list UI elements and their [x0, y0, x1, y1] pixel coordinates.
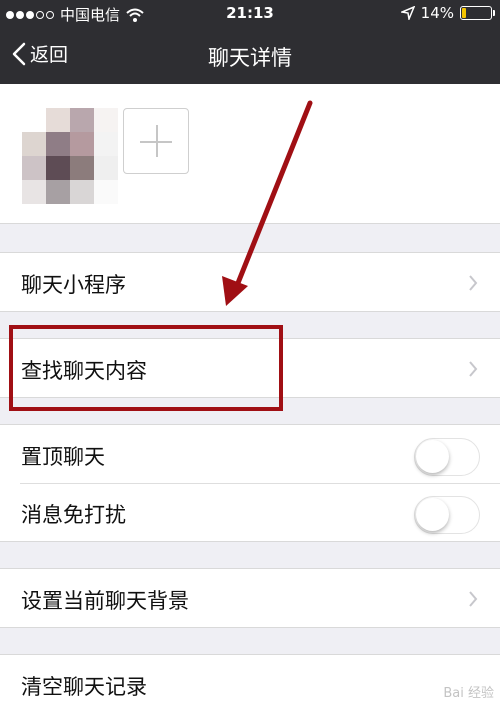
battery-percent: 14% — [420, 4, 454, 22]
clear-history-label: 清空聊天记录 — [21, 675, 147, 699]
add-member-button[interactable] — [123, 108, 189, 174]
status-bar: 中国电信 21:13 14% — [0, 0, 500, 28]
avatar[interactable] — [22, 108, 118, 204]
chevron-right-icon — [469, 361, 478, 377]
set-background-row[interactable]: 设置当前聊天背景 — [0, 569, 500, 627]
mute-notifications-label: 消息免打扰 — [21, 503, 126, 527]
navigation-bar: 返回 聊天详情 — [0, 28, 500, 84]
battery-icon — [460, 6, 495, 20]
location-arrow-icon — [400, 6, 415, 20]
settings-group-search: 查找聊天内容 — [0, 338, 500, 398]
settings-group-background: 设置当前聊天背景 — [0, 568, 500, 628]
mini-programs-row[interactable]: 聊天小程序 — [0, 253, 500, 311]
mini-programs-label: 聊天小程序 — [21, 273, 126, 297]
members-section — [0, 84, 500, 224]
mute-notifications-toggle[interactable] — [414, 496, 480, 534]
settings-group-mini-programs: 聊天小程序 — [0, 252, 500, 312]
search-chat-row[interactable]: 查找聊天内容 — [0, 339, 500, 397]
set-background-label: 设置当前聊天背景 — [21, 589, 189, 613]
settings-group-toggles: 置顶聊天 消息免打扰 — [0, 424, 500, 542]
sticky-on-top-toggle[interactable] — [414, 438, 480, 476]
status-right: 14% — [400, 4, 495, 22]
clear-history-row[interactable]: 清空聊天记录 — [0, 655, 500, 705]
chevron-right-icon — [469, 591, 478, 607]
mute-notifications-row: 消息免打扰 — [0, 483, 500, 541]
page-title: 聊天详情 — [208, 46, 292, 70]
sticky-on-top-label: 置顶聊天 — [21, 445, 105, 469]
chevron-right-icon — [469, 275, 478, 291]
settings-group-clear: 清空聊天记录 — [0, 654, 500, 705]
sticky-on-top-row: 置顶聊天 — [0, 425, 500, 483]
watermark: Bai 经验 — [443, 686, 494, 701]
search-chat-label: 查找聊天内容 — [21, 359, 147, 383]
